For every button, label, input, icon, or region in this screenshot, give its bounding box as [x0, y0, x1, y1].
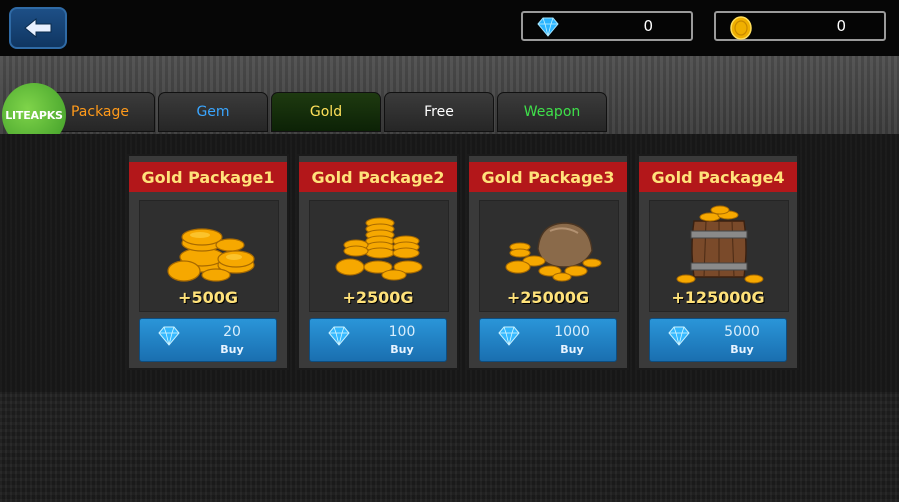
package-amount: +25000G — [506, 288, 590, 307]
back-button[interactable] — [9, 7, 67, 49]
gem-icon — [537, 17, 559, 37]
back-arrow-icon — [24, 17, 52, 39]
tab-weapon[interactable]: Weapon — [497, 92, 607, 132]
package-amount: +125000G — [671, 288, 765, 307]
gold-package-card: Gold Package2 +2500G 100 Buy — [297, 154, 459, 370]
coin-pile-icon — [167, 228, 255, 282]
price-value: 1000 — [554, 324, 590, 340]
top-bar: 0 0 — [0, 0, 899, 56]
price-value: 20 — [223, 324, 241, 340]
gold-counter: 0 — [714, 11, 886, 41]
tab-label: Weapon — [523, 104, 581, 120]
tab-label: Package — [70, 104, 130, 120]
buy-label: Buy — [730, 343, 754, 356]
package-title: Gold Package3 — [469, 162, 627, 192]
buy-label: Buy — [390, 343, 414, 356]
watermark-text: LITEAPKS — [5, 108, 63, 122]
gem-count: 0 — [643, 17, 653, 35]
gold-package-card: Gold Package1 +500G 20 Buy — [127, 154, 289, 370]
gem-icon — [328, 326, 350, 346]
price-value: 5000 — [724, 324, 760, 340]
buy-button[interactable]: 100 Buy — [309, 318, 447, 362]
package-title: Gold Package4 — [639, 162, 797, 192]
gem-counter: 0 — [521, 11, 693, 41]
gem-icon — [498, 326, 520, 346]
package-amount: +500G — [178, 288, 238, 307]
gold-coin-icon — [730, 16, 752, 40]
buy-button[interactable]: 20 Buy — [139, 318, 277, 362]
gold-count: 0 — [836, 17, 846, 35]
price-value: 100 — [388, 324, 416, 340]
coin-barrel-icon — [676, 205, 764, 284]
buy-label: Buy — [220, 343, 244, 356]
tab-gold[interactable]: Gold — [271, 92, 381, 132]
buy-button[interactable]: 5000 Buy — [649, 318, 787, 362]
gem-icon — [158, 326, 180, 346]
buy-button[interactable]: 1000 Buy — [479, 318, 617, 362]
package-title: Gold Package2 — [299, 162, 457, 192]
package-title: Gold Package1 — [129, 162, 287, 192]
tab-label: Gold — [309, 104, 343, 120]
coin-stacks-icon — [335, 217, 423, 281]
tab-label: Free — [424, 104, 454, 120]
gem-icon — [668, 326, 690, 346]
gold-package-card: Gold Package4 +125000G 5000 Buy — [637, 154, 799, 370]
tab-free[interactable]: Free — [384, 92, 494, 132]
package-amount: +2500G — [342, 288, 414, 307]
tab-gem[interactable]: Gem — [158, 92, 268, 132]
buy-label: Buy — [560, 343, 584, 356]
coin-sack-icon — [505, 222, 602, 282]
gold-package-card: Gold Package3 +25000G 1000 Buy — [467, 154, 629, 370]
tab-label: Gem — [196, 104, 230, 120]
